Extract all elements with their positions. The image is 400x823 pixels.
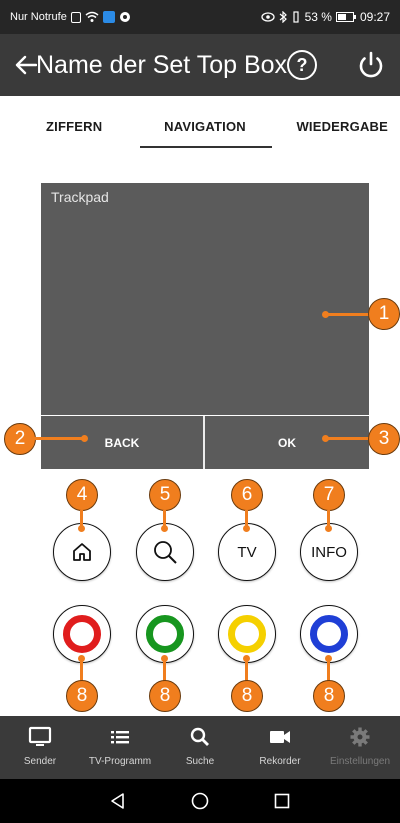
callout-line bbox=[327, 658, 330, 682]
nav-suche-label: Suche bbox=[185, 756, 215, 767]
nav-tv-programm[interactable]: TV-Programm bbox=[80, 716, 160, 779]
nav-einstellungen-label: Einstellungen bbox=[329, 756, 391, 767]
tab-bar: ZIFFERN NAVIGATION WIEDERGABE bbox=[0, 96, 400, 152]
battery-icon bbox=[335, 12, 356, 22]
callout-dot bbox=[325, 525, 332, 532]
sim-icon bbox=[70, 11, 81, 23]
nav-sender-label: Sender bbox=[23, 756, 57, 767]
callout-5: 5 bbox=[149, 479, 181, 511]
gear-icon bbox=[350, 727, 370, 747]
callout-dot bbox=[161, 525, 168, 532]
tv-button-label: TV bbox=[237, 543, 257, 561]
app-notification-icon bbox=[102, 11, 115, 23]
callout-3: 3 bbox=[368, 423, 400, 455]
callout-line bbox=[245, 658, 248, 682]
back-button[interactable]: BACK bbox=[41, 416, 205, 469]
clock-text: 09:27 bbox=[359, 10, 390, 24]
trackpad-button-row: BACK OK bbox=[41, 416, 369, 469]
back-triangle-icon[interactable] bbox=[109, 792, 127, 810]
app-title: Name der Set Top Box bbox=[36, 50, 288, 79]
callout-2: 2 bbox=[4, 423, 36, 455]
callout-6: 6 bbox=[231, 479, 263, 511]
trackpad-label: Trackpad bbox=[51, 189, 109, 205]
callout-4: 4 bbox=[66, 479, 98, 511]
app-bar: Name der Set Top Box ? bbox=[0, 34, 400, 96]
callout-8-green: 8 bbox=[149, 680, 181, 712]
carrier-text: Nur Notrufe bbox=[10, 11, 67, 23]
callout-dot bbox=[243, 525, 250, 532]
callout-8-blue: 8 bbox=[313, 680, 345, 712]
video-camera-icon bbox=[270, 731, 290, 743]
nav-einstellungen[interactable]: Einstellungen bbox=[320, 716, 400, 779]
green-ring-icon bbox=[146, 615, 184, 653]
yellow-ring-icon bbox=[228, 615, 266, 653]
tab-ziffern[interactable]: ZIFFERN bbox=[0, 96, 130, 156]
home-circle-icon[interactable] bbox=[191, 792, 209, 810]
callout-line bbox=[80, 658, 83, 682]
vpn-icon bbox=[119, 12, 130, 22]
callout-1: 1 bbox=[368, 298, 400, 330]
callout-line bbox=[326, 313, 370, 316]
eye-icon bbox=[260, 12, 275, 22]
callout-8-yellow: 8 bbox=[231, 680, 263, 712]
info-button-label: INFO bbox=[311, 543, 347, 561]
nav-rekorder[interactable]: Rekorder bbox=[240, 716, 320, 779]
red-ring-icon bbox=[63, 615, 101, 653]
nav-suche[interactable]: Suche bbox=[160, 716, 240, 779]
nav-rekorder-label: Rekorder bbox=[259, 756, 301, 767]
nav-sender[interactable]: Sender bbox=[0, 716, 80, 779]
battery-text: 53 % bbox=[304, 10, 332, 24]
system-navigation-bar bbox=[0, 779, 400, 823]
bottom-navigation: Sender TV-Programm Suche Rekorder Einste… bbox=[0, 716, 400, 779]
wifi-icon bbox=[85, 11, 99, 22]
callout-8-red: 8 bbox=[66, 680, 98, 712]
blue-ring-icon bbox=[310, 615, 348, 653]
callout-dot bbox=[78, 525, 85, 532]
ok-button[interactable]: OK bbox=[205, 416, 369, 469]
power-icon bbox=[359, 51, 383, 78]
callout-line bbox=[163, 658, 166, 682]
callout-7: 7 bbox=[313, 479, 345, 511]
help-button[interactable]: ? bbox=[287, 50, 317, 80]
bluetooth-icon bbox=[279, 11, 287, 23]
status-bar: Nur Notrufe 53 % 09:27 bbox=[0, 0, 400, 34]
recents-square-icon[interactable] bbox=[273, 792, 291, 810]
list-icon bbox=[111, 731, 129, 744]
callout-line bbox=[34, 437, 84, 440]
tab-wiedergabe[interactable]: WIEDERGABE bbox=[280, 96, 400, 156]
nav-tv-programm-label: TV-Programm bbox=[88, 756, 152, 767]
search-icon bbox=[190, 727, 209, 746]
callout-line bbox=[326, 437, 370, 440]
vibrate-icon bbox=[293, 11, 299, 23]
power-button[interactable] bbox=[354, 48, 388, 82]
active-tab-indicator bbox=[140, 146, 272, 148]
callout-dot bbox=[81, 435, 88, 442]
monitor-icon bbox=[28, 726, 52, 746]
search-icon bbox=[154, 541, 177, 564]
trackpad[interactable]: Trackpad bbox=[41, 183, 369, 415]
home-icon bbox=[73, 543, 91, 561]
